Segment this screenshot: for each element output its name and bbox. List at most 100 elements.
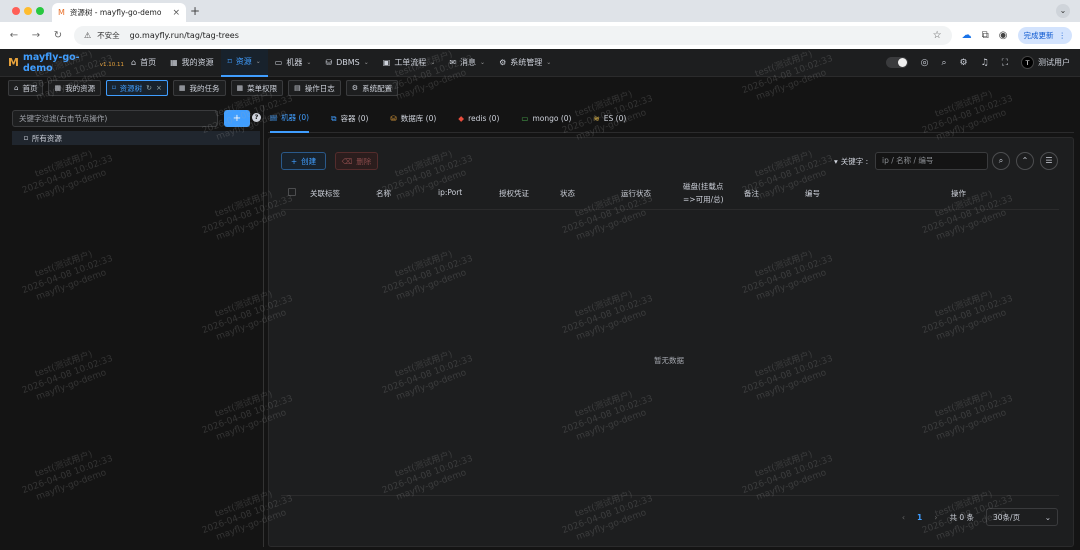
- column-header[interactable]: 编号: [805, 188, 820, 199]
- empty-text: 暂无数据: [654, 356, 684, 365]
- menu-item-resources[interactable]: ⌑ 资源 ⌄: [220, 48, 268, 77]
- create-button[interactable]: + 创建: [281, 152, 326, 170]
- collapse-button[interactable]: ⌃: [1016, 152, 1034, 170]
- column-header[interactable]: 名称: [376, 188, 391, 199]
- tab-containers[interactable]: ⧉ 容器 (0): [331, 105, 368, 133]
- divider: [281, 495, 1059, 496]
- column-header[interactable]: ip:Port: [438, 188, 462, 197]
- settings-icon[interactable]: ⚙: [960, 58, 968, 68]
- tag-label: 我的任务: [189, 83, 220, 93]
- tag-home[interactable]: ⌂ 首页: [8, 80, 44, 96]
- page-size-select[interactable]: 30条/页 ⌄: [986, 508, 1058, 526]
- tab-mongo[interactable]: ▭ mongo (0): [521, 105, 571, 133]
- main-menu: ⌂ 首页 ▦ 我的资源 ⌑ 资源 ⌄ ▭ 机器 ⌄ ⛁ DBMS ⌄ ▣ 工单流程 ⌄ ✉ 消息 ⌄ ⚙…: [124, 48, 558, 77]
- cloud-icon[interactable]: ☁: [962, 30, 972, 41]
- extensions-icon[interactable]: ⧉: [982, 30, 989, 41]
- column-header[interactable]: 备注: [744, 188, 759, 199]
- theme-icon[interactable]: ◎: [921, 58, 929, 68]
- menu-item-messages[interactable]: ✉ 消息 ⌄: [442, 49, 492, 77]
- keyword-input[interactable]: ip / 名称 / 编号: [875, 152, 988, 170]
- tag-label: 我的资源: [65, 83, 96, 93]
- gear-icon: ⚙: [499, 58, 507, 67]
- user-name: 测试用户: [1038, 58, 1070, 67]
- menu-item-dbms[interactable]: ⛁ DBMS ⌄: [318, 49, 375, 77]
- tag-operation-log[interactable]: ▤ 操作日志: [288, 80, 341, 96]
- close-icon[interactable]: ×: [156, 84, 162, 92]
- menu-item-home[interactable]: ⌂ 首页: [124, 49, 163, 77]
- menu-item-my-resources[interactable]: ▦ 我的资源: [163, 49, 221, 77]
- tag-my-resources[interactable]: ▦ 我的资源: [48, 80, 102, 96]
- tree-search-input[interactable]: 关键字过滤(右击节点操作): [12, 110, 218, 127]
- browser-tab[interactable]: M 资源树 - mayfly-go-demo ×: [52, 3, 186, 22]
- address-bar[interactable]: ⚠ 不安全 go.mayfly.run/tag/tag-trees ☆: [74, 26, 952, 45]
- tag-system-config[interactable]: ⚙ 系统配置: [345, 80, 399, 96]
- column-settings-button[interactable]: ☰: [1040, 152, 1058, 170]
- chevron-down-icon: ⌄: [430, 59, 436, 66]
- tag-my-tasks[interactable]: ▦ 我的任务: [172, 80, 226, 96]
- menu-item-label: 系统管理: [510, 58, 543, 67]
- user-menu[interactable]: T 测试用户: [1021, 56, 1070, 69]
- container-icon: ⧉: [331, 113, 337, 123]
- keyword-filter-label[interactable]: ▾ 关键字 :: [834, 156, 868, 167]
- prev-page-icon[interactable]: ‹: [902, 513, 905, 522]
- tab-redis[interactable]: ◆ redis (0): [458, 105, 499, 133]
- menu-item-label: 资源: [235, 57, 252, 66]
- url-text[interactable]: go.mayfly.run/tag/tag-trees: [130, 31, 239, 40]
- page-number[interactable]: 1: [917, 513, 922, 522]
- warning-icon[interactable]: ⚠: [84, 31, 91, 40]
- refresh-icon[interactable]: ↻: [146, 84, 152, 92]
- reload-icon[interactable]: ↻: [52, 30, 64, 41]
- trash-icon: ⌫: [341, 156, 353, 166]
- tag-menu-permissions[interactable]: ▦ 菜单权限: [230, 80, 284, 96]
- menu-item-workflow[interactable]: ▣ 工单流程 ⌄: [376, 49, 443, 77]
- document-icon: ▤: [294, 84, 301, 92]
- resource-content: ▤ 机器 (0) ⧉ 容器 (0) ⛁ 数据库 (0) ◆ redis (0) ▭ mon…: [268, 105, 1074, 547]
- close-window-icon[interactable]: [12, 7, 20, 15]
- help-icon[interactable]: ?: [252, 113, 261, 122]
- column-header[interactable]: 关联标签: [310, 188, 340, 199]
- bookmark-icon: ⌑: [227, 57, 232, 66]
- menu-item-system[interactable]: ⚙ 系统管理 ⌄: [492, 49, 558, 77]
- avatar: T: [1021, 56, 1034, 69]
- logo[interactable]: M mayfly-go-demo v1.10.11: [0, 52, 124, 74]
- profile-icon[interactable]: ◉: [999, 30, 1008, 41]
- forward-icon[interactable]: →: [30, 30, 42, 41]
- menu-item-machines[interactable]: ▭ 机器 ⌄: [268, 49, 319, 77]
- tab-es[interactable]: ≋ ES (0): [593, 105, 626, 133]
- tab-search-chevron-icon[interactable]: ⌄: [1056, 4, 1070, 18]
- total-count: 共 0 条: [949, 512, 974, 522]
- app-root: M mayfly-go-demo v1.10.11 ⌂ 首页 ▦ 我的资源 ⌑ 资源 ⌄…: [0, 48, 1080, 550]
- maximize-window-icon[interactable]: [36, 7, 44, 15]
- next-page-icon[interactable]: ›: [934, 513, 937, 522]
- monitor-icon: ▤: [270, 113, 278, 122]
- tab-machines[interactable]: ▤ 机器 (0): [270, 105, 310, 133]
- bookmark-star-icon[interactable]: ☆: [933, 30, 942, 41]
- search-button[interactable]: ⌕: [992, 152, 1010, 170]
- minimize-window-icon[interactable]: [24, 7, 32, 15]
- back-icon[interactable]: ←: [8, 30, 20, 41]
- delete-button[interactable]: ⌫ 删除: [335, 152, 378, 170]
- close-tab-icon[interactable]: ×: [172, 8, 180, 18]
- select-all-checkbox[interactable]: [288, 188, 296, 196]
- column-header[interactable]: 状态: [560, 188, 575, 199]
- column-header[interactable]: 运行状态: [621, 188, 651, 199]
- logo-icon: M: [8, 56, 19, 69]
- add-tag-button[interactable]: +: [224, 110, 250, 127]
- grid-icon: ▦: [178, 84, 186, 92]
- bell-icon[interactable]: ♫: [981, 58, 989, 68]
- chevron-down-icon: ⌄: [363, 59, 369, 66]
- tree-node-root[interactable]: ⌑ 所有资源: [12, 131, 260, 145]
- tag-resource-tree[interactable]: ⌑ 资源树 ↻ ×: [106, 80, 168, 96]
- update-button[interactable]: 完成更新 ⋮: [1017, 27, 1072, 44]
- fullscreen-icon[interactable]: ⛶: [1002, 58, 1008, 68]
- grid-icon: ▦: [54, 84, 62, 92]
- insecure-label[interactable]: 不安全: [97, 30, 120, 41]
- column-header[interactable]: 操作: [951, 188, 966, 199]
- tab-databases[interactable]: ⛁ 数据库 (0): [390, 105, 436, 133]
- column-header[interactable]: 授权凭证: [499, 188, 529, 199]
- new-tab-icon[interactable]: +: [190, 4, 200, 18]
- more-menu-icon[interactable]: ⋮: [1059, 31, 1067, 40]
- column-header[interactable]: 磁盘(挂载点=>可用/总): [683, 180, 733, 206]
- dark-mode-toggle[interactable]: [885, 57, 908, 68]
- search-icon[interactable]: ⌕: [941, 58, 946, 68]
